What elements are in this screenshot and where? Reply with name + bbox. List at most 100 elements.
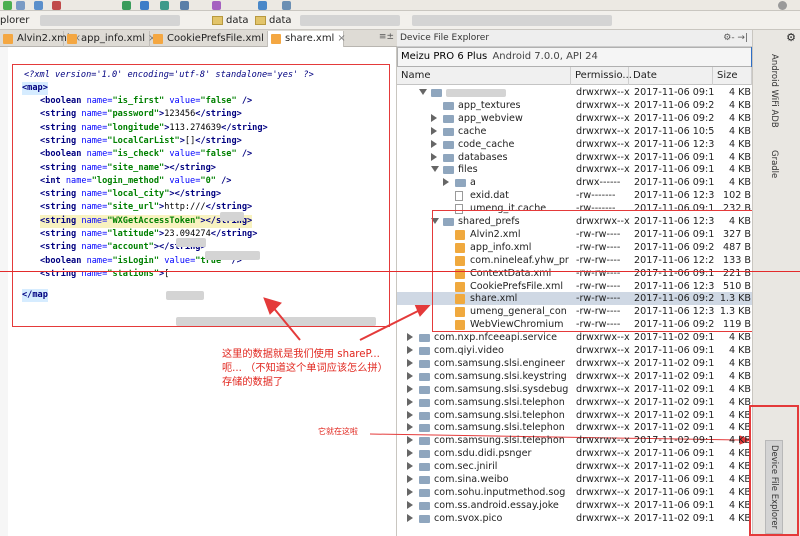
file-row[interactable]: com.svox.pico drwxrwx--x 2017-11-02 09:16 4… [397,512,752,525]
file-row[interactable]: code_cache drwxrwx--x 2017-11-06 12:31 4 KB [397,138,752,151]
file-name: a [470,177,476,189]
file-row[interactable]: exid.dat -rw------- 2017-11-06 12:33 102 B [397,189,752,202]
tab-android-wifi-adb[interactable]: Android WiFi ADB [769,54,779,128]
file-date: 2017-11-06 12:33 [634,190,714,202]
expand-arrow-icon[interactable] [407,487,413,496]
file-size: 102 B [723,190,751,202]
file-size: 4 KB [728,357,751,369]
panel-controls[interactable]: ⚙- →| [723,30,748,47]
file-date: 2017-11-06 09:16 [634,448,714,460]
folder-icon [419,424,430,433]
folder-icon [431,89,442,97]
file-size: 4 KB [728,474,751,485]
folder-icon [419,476,430,484]
file-name: com.samsung.slsi.sysdebug [434,383,569,395]
file-row[interactable]: com.samsung.slsi.telephon drwxrwx--x 2017-… [397,421,752,434]
expand-arrow-icon[interactable] [431,126,437,135]
file-size: 4 KB [728,486,751,498]
column-permissions[interactable]: Permissio... [571,67,632,85]
collapse-arrow-icon[interactable] [419,89,427,95]
expand-arrow-icon[interactable] [407,384,413,393]
file-row[interactable]: app_textures drwxrwx--x 2017-11-06 09:27 4 … [397,99,752,112]
file-row[interactable]: com.sec.jniril drwxrwx--x 2017-11-02 09:16… [397,460,752,473]
tab-gradle[interactable]: Gradle [769,150,779,178]
file-row[interactable]: files drwxrwx--x 2017-11-06 09:18 4 KB [397,163,752,176]
expand-arrow-icon[interactable] [407,358,413,367]
expand-arrow-icon[interactable] [407,397,413,406]
file-row[interactable]: cache drwxrwx--x 2017-11-06 10:53 4 KB [397,125,752,138]
folder-icon [443,101,454,110]
file-name: com.sec.jniril [434,461,498,473]
expand-arrow-icon[interactable] [407,513,413,522]
file-date: 2017-11-06 09:16 [634,486,714,498]
file-row[interactable]: com.samsung.slsi.telephon drwxrwx--x 2017-… [397,409,752,422]
file-date: 2017-11-02 09:16 [634,357,714,369]
file-size: 4 KB [728,422,751,434]
file-size: 4 KB [728,512,751,524]
file-permissions: drwxrwx--x [576,422,630,434]
expand-arrow-icon[interactable] [407,410,413,419]
expand-arrow-icon[interactable] [407,500,413,509]
column-name[interactable]: Name [397,67,571,85]
file-table-header: Name Permissio... Date Size [397,67,752,85]
column-date[interactable]: Date [629,67,713,85]
column-size[interactable]: Size [713,67,752,85]
file-size: 4 KB [728,87,751,98]
file-date: 2017-11-02 09:16 [634,370,714,382]
expand-arrow-icon[interactable] [407,475,413,483]
file-row[interactable]: databases drwxrwx--x 2017-11-06 09:18 4 KB [397,151,752,164]
file-size: 4 KB [728,345,751,356]
file-row[interactable]: com.samsung.slsi.keystring drwxrwx--x 2017… [397,370,752,383]
collapse-arrow-icon[interactable] [431,166,439,173]
folder-icon [419,514,430,523]
expand-arrow-icon[interactable] [407,333,413,342]
expand-arrow-icon[interactable] [431,139,437,148]
file-row[interactable]: com.samsung.slsi.telephon drwxrwx--x 2017-… [397,396,752,409]
file-row[interactable]: com.samsung.slsi.telephon drwxrwx--x 2017-… [397,434,752,447]
expand-arrow-icon[interactable] [431,152,437,161]
file-permissions: drwxrwx--x [576,448,630,460]
file-date: 2017-11-06 09:18 [634,164,714,176]
folder-icon [419,398,430,407]
file-row[interactable]: com.sina.weibo drwxrwx--x 2017-11-06 09:16… [397,473,752,486]
expand-arrow-icon[interactable] [407,462,413,471]
expand-arrow-icon[interactable] [443,178,449,187]
file-date: 2017-11-02 09:16 [634,461,714,473]
file-size: 4 KB [728,396,751,408]
file-size: 4 KB [728,112,751,124]
file-name: com.nxp.nfceeapi.service [434,332,558,344]
device-selector[interactable]: Meizu PRO 6 Plus Android 7.0.0, API 24 ▼ [397,47,767,67]
file-row[interactable]: com.qiyi.video drwxrwx--x 2017-11-06 09:16… [397,344,752,357]
file-row[interactable]: drwxrwx--x 2017-11-06 09:18 4 KB [397,86,752,99]
file-row[interactable]: com.sdu.didi.psnger drwxrwx--x 2017-11-06 … [397,447,752,460]
folder-icon [443,127,454,136]
expand-arrow-icon[interactable] [407,371,413,380]
file-permissions: drwxrwx--x [576,125,630,137]
file-row[interactable]: com.ss.android.essay.joke drwxrwx--x 2017-… [397,499,752,512]
expand-arrow-icon[interactable] [407,436,413,445]
file-row[interactable]: com.samsung.slsi.sysdebug drwxrwx--x 2017-… [397,383,752,396]
file-size: 4 KB [728,164,751,176]
annotation-line [0,271,800,272]
file-permissions: drwx------ [576,177,621,189]
file-permissions: drwxrwx--x [576,474,630,485]
file-row[interactable]: com.samsung.slsi.engineer drwxrwx--x 2017-… [397,357,752,370]
file-row[interactable]: com.nxp.nfceeapi.service drwxrwx--x 2017-1… [397,331,752,344]
file-permissions: drwxrwx--x [576,357,630,369]
file-row[interactable]: a drwx------ 2017-11-06 09:18 4 KB [397,176,752,189]
file-date: 2017-11-06 09:27 [634,99,714,111]
file-permissions: drwxrwx--x [576,99,630,111]
file-date: 2017-11-02 09:16 [634,332,714,344]
file-name: com.samsung.slsi.engineer [434,357,566,369]
file-row[interactable]: app_webview drwxrwx--x 2017-11-06 09:27 4 K… [397,112,752,125]
gear-icon[interactable]: ⚙ [786,31,796,44]
folder-icon [419,501,430,510]
expand-arrow-icon[interactable] [431,113,437,122]
right-tool-strip: ⚙ Android WiFi ADB Gradle Device File Ex… [749,30,800,536]
redacted-name [446,89,506,97]
expand-arrow-icon[interactable] [407,346,413,354]
expand-arrow-icon[interactable] [407,449,413,458]
expand-arrow-icon[interactable] [407,423,413,432]
file-row[interactable]: com.sohu.inputmethod.sog drwxrwx--x 2017-1… [397,486,752,499]
file-permissions: drwxrwx--x [576,383,630,395]
